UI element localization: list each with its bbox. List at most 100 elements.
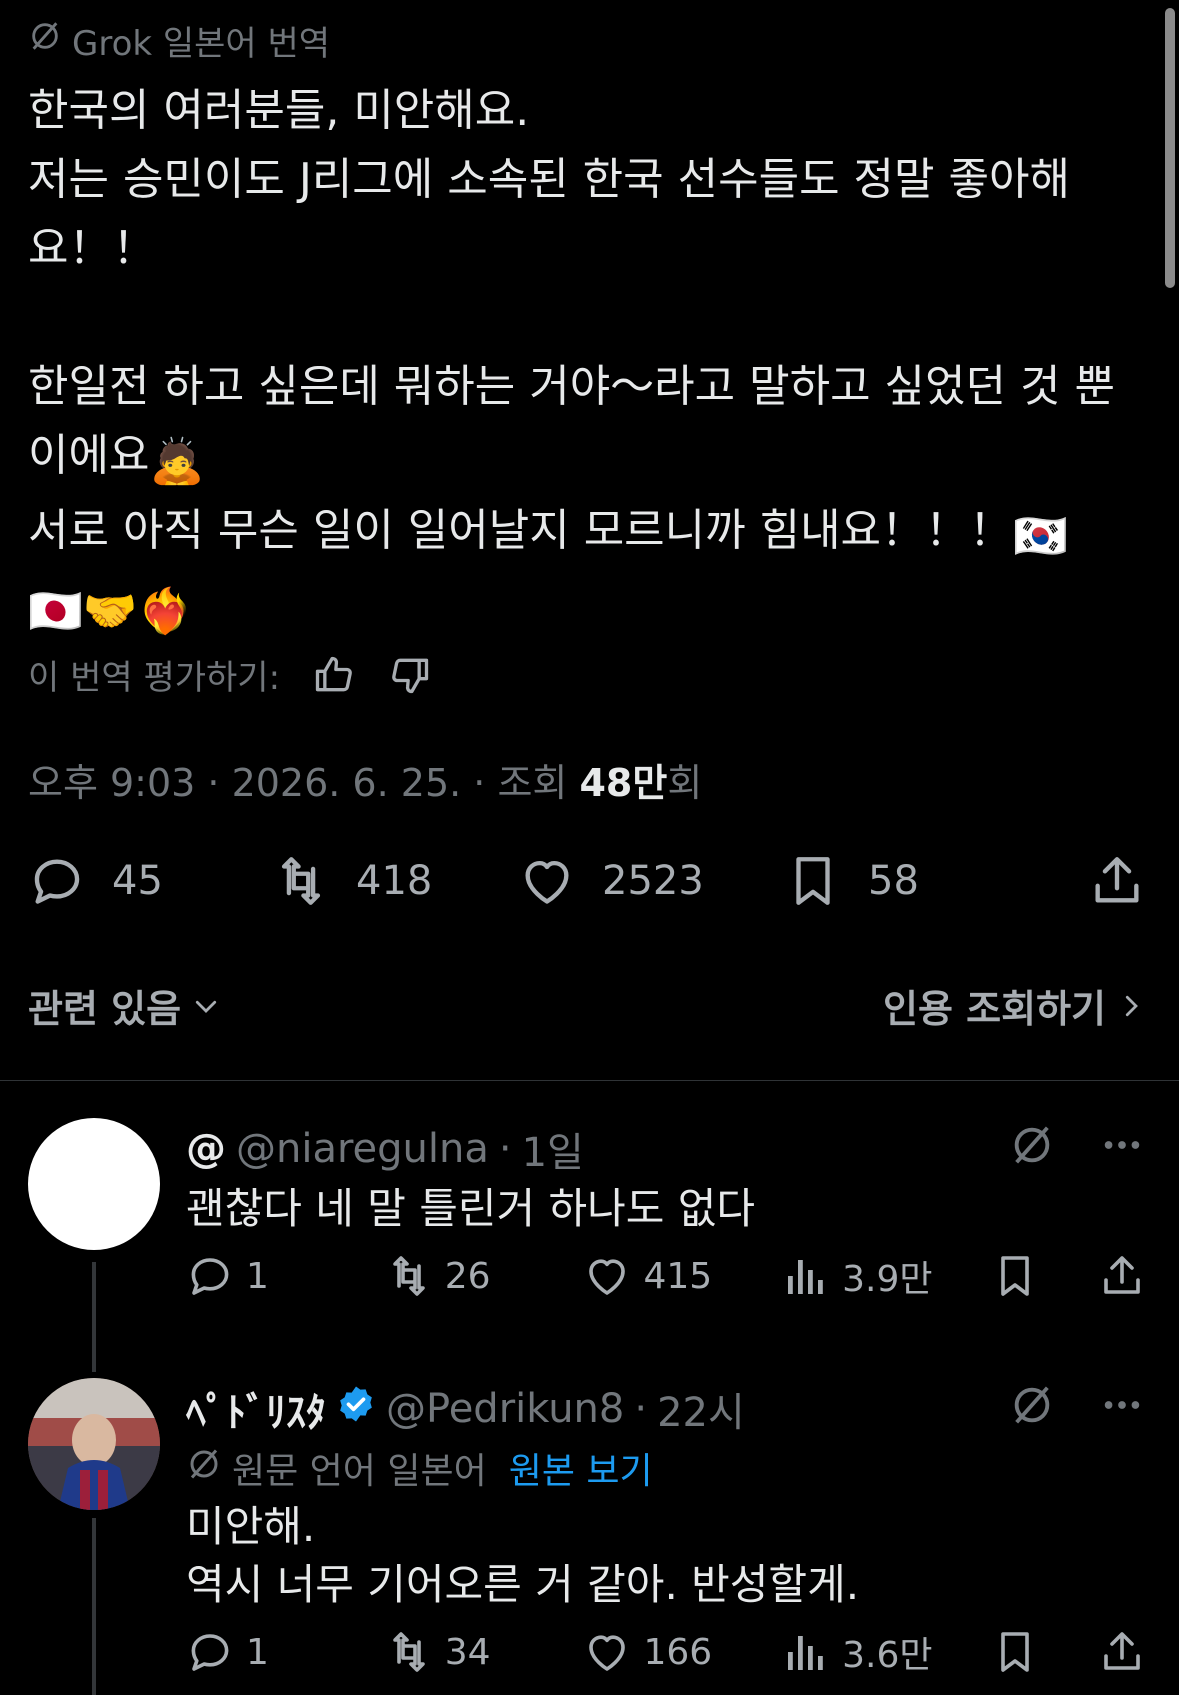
views-button[interactable]: 3.6만 <box>782 1626 933 1678</box>
avatar[interactable] <box>28 1378 160 1510</box>
reply-item[interactable]: ﾍﾟﾄﾞﾘｽﾀ @Pedrikun8 · 22시 원문 언어 일본어 원본 보기… <box>0 1372 1179 1695</box>
scrollbar[interactable] <box>1165 8 1175 288</box>
tweet-action-bar: 45 418 2523 58 <box>28 852 1146 910</box>
bookmark-count: 58 <box>868 858 919 904</box>
views-icon <box>788 1260 823 1294</box>
like-icon <box>525 860 569 904</box>
more-icon[interactable] <box>1099 1382 1145 1432</box>
share-icon <box>1104 1256 1140 1294</box>
rate-translation-row: 이 번역 평가하기: <box>28 650 432 699</box>
grok-translate-icon <box>28 19 62 62</box>
reply-action-bar: 1 34 166 3.6만 <box>186 1626 1146 1678</box>
reply-count: 1 <box>246 1255 269 1297</box>
retweet-button[interactable]: 34 <box>385 1628 525 1676</box>
view-quotes-label: 인용 조회하기 <box>883 987 1106 1031</box>
bookmark-button[interactable] <box>991 1628 1039 1676</box>
kr-flag-emoji: 🇰🇷 <box>1013 511 1068 562</box>
views-count: 3.9만 <box>842 1259 933 1300</box>
verified-icon <box>336 1384 376 1434</box>
heart-fire-emoji: ❤️‍🔥 <box>137 586 193 637</box>
view-quotes-link[interactable]: 인용 조회하기 <box>883 978 1146 1033</box>
retweet-count: 34 <box>444 1631 491 1673</box>
tweet-line: 한일전 하고 싶은데 뭐하는 거야～라고 말하고 싶었던 것 뿐이에요🙇 <box>28 352 1148 496</box>
like-count: 166 <box>643 1631 713 1673</box>
reply-time: 22시 <box>657 1390 745 1436</box>
reply-icon <box>191 1258 229 1295</box>
bookmark-button[interactable] <box>991 1252 1039 1300</box>
reply-line: 미안해. <box>186 1502 316 1551</box>
reply-line: 괜찮다 네 말 틀린거 하나도 없다 <box>186 1184 756 1233</box>
grok-label-text: Grok 일본어 번역 <box>72 24 331 64</box>
bookmark-icon <box>1001 1632 1030 1672</box>
retweet-icon <box>281 857 321 905</box>
separator-dot: · <box>498 1126 512 1172</box>
reply-item[interactable]: @ @niaregulna · 1일 괜찮다 네 말 틀린거 하나도 없다 1 … <box>0 1110 1179 1372</box>
tweet-text: 한국의 여러분들, 미안해요. 저는 승민이도 J리그에 소속된 한국 선수들도… <box>28 76 1148 646</box>
bow-emoji: 🙇 <box>149 436 205 487</box>
reply-count: 45 <box>112 858 163 904</box>
bookmark-icon <box>1001 1256 1030 1296</box>
retweet-button[interactable]: 418 <box>272 852 518 910</box>
more-icon[interactable] <box>1099 1122 1145 1172</box>
like-icon <box>589 1259 626 1295</box>
bookmark-icon <box>796 857 830 905</box>
rate-translation-label: 이 번역 평가하기: <box>28 658 281 698</box>
share-button[interactable] <box>1098 1628 1146 1676</box>
reply-time: 1일 <box>521 1130 584 1176</box>
user-handle[interactable]: @Pedrikun8 <box>386 1386 624 1432</box>
jp-flag-emoji: 🇯🇵 <box>28 586 83 637</box>
bookmark-button[interactable]: 58 <box>784 852 1054 910</box>
view-original-link[interactable]: 원본 보기 <box>509 1442 653 1494</box>
original-language-label: 원문 언어 일본어 <box>232 1451 487 1492</box>
reply-tools <box>1009 1382 1145 1432</box>
reply-line: 역시 너무 기어오른 거 같아. 반성할게. <box>186 1560 860 1609</box>
related-dropdown[interactable]: 관련 있음 <box>28 978 221 1033</box>
like-icon <box>589 1635 626 1671</box>
display-name[interactable]: @ <box>186 1126 226 1172</box>
reply-icon <box>191 1634 229 1671</box>
retweet-icon <box>392 1632 425 1672</box>
tweet-timestamp: 오후 9:03 · 2026. 6. 25. · 조회 <box>28 761 568 805</box>
retweet-count: 26 <box>444 1255 491 1297</box>
view-count: 48만 <box>579 761 668 805</box>
reply-count: 1 <box>246 1631 269 1673</box>
share-icon <box>1095 857 1139 903</box>
thumbs-down-icon[interactable] <box>388 653 432 697</box>
separator-dot: · <box>634 1386 648 1432</box>
views-button[interactable]: 3.9만 <box>782 1250 933 1302</box>
grok-translate-icon[interactable] <box>1009 1122 1055 1172</box>
reply-text: 괜찮다 네 말 틀린거 하나도 없다 <box>186 1180 755 1238</box>
share-button[interactable] <box>1088 852 1146 910</box>
original-language-row: 원문 언어 일본어 원본 보기 <box>186 1442 653 1494</box>
tweet-meta: 오후 9:03 · 2026. 6. 25. · 조회 48만회 <box>28 752 702 807</box>
view-count-suffix: 회 <box>667 761 703 805</box>
thread-line <box>92 1518 96 1695</box>
chevron-down-icon <box>195 1000 217 1013</box>
share-button[interactable] <box>1098 1252 1146 1300</box>
reply-tools <box>1009 1122 1145 1172</box>
reply-button[interactable]: 1 <box>186 1628 326 1676</box>
reply-button[interactable]: 1 <box>186 1252 326 1300</box>
tweet-line: 저는 승민이도 J리그에 소속된 한국 선수들도 정말 좋아해요！！ <box>28 154 1070 274</box>
share-icon <box>1104 1632 1140 1670</box>
grok-translation-label: Grok 일본어 번역 <box>28 16 330 65</box>
tweet-line: 서로 아직 무슨 일이 일어날지 모르니까 힘내요！！！🇰🇷 🇯🇵🤝❤️‍🔥 <box>28 496 1148 646</box>
like-count: 415 <box>643 1255 713 1297</box>
grok-translate-icon[interactable] <box>1009 1382 1055 1432</box>
display-name[interactable]: ﾍﾟﾄﾞﾘｽﾀ <box>186 1380 326 1438</box>
like-count: 2523 <box>602 858 704 904</box>
like-button[interactable]: 415 <box>583 1252 723 1300</box>
retweet-icon <box>392 1256 425 1296</box>
like-button[interactable]: 2523 <box>518 852 784 910</box>
related-label: 관련 있음 <box>28 987 182 1031</box>
grok-translate-icon <box>186 1446 222 1491</box>
like-button[interactable]: 166 <box>583 1628 723 1676</box>
thumbs-up-icon[interactable] <box>312 653 356 697</box>
user-handle[interactable]: @niaregulna <box>236 1126 489 1172</box>
retweet-button[interactable]: 26 <box>385 1252 525 1300</box>
chevron-right-icon <box>1125 995 1138 1016</box>
avatar[interactable] <box>28 1118 160 1250</box>
views-icon <box>788 1636 823 1670</box>
tweet-line: 한국의 여러분들, 미안해요. <box>28 85 530 136</box>
reply-button[interactable]: 45 <box>28 852 272 910</box>
